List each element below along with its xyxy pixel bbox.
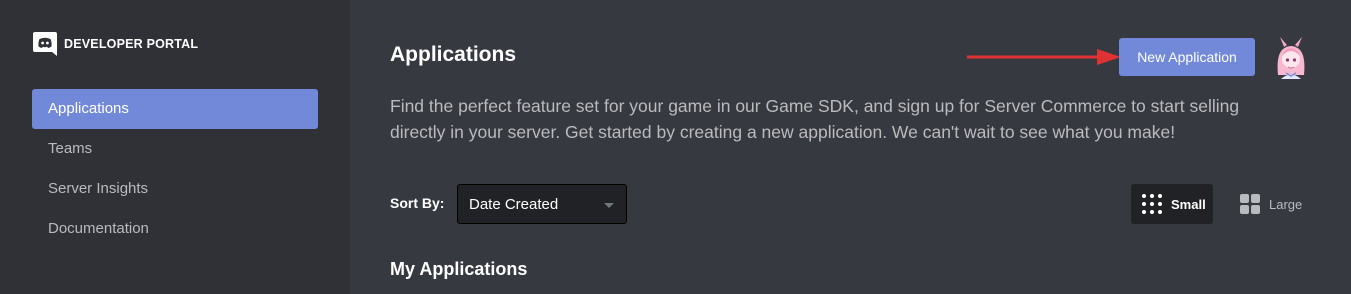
page-description: Find the perfect feature set for your ga… — [390, 96, 1240, 142]
grid-dots-icon — [1142, 194, 1162, 214]
view-small-button[interactable]: Small — [1131, 184, 1213, 224]
sidebar: DEVELOPER PORTAL Applications Teams Serv… — [0, 0, 350, 294]
view-small-label: Small — [1171, 196, 1206, 212]
sidebar-item-applications[interactable]: Applications — [32, 89, 318, 129]
brand[interactable]: DEVELOPER PORTAL — [32, 31, 198, 57]
brand-title: DEVELOPER PORTAL — [64, 37, 199, 51]
my-applications-heading: My Applications — [390, 259, 528, 279]
red-arrow-icon — [967, 49, 1121, 65]
main-content: Applications New Application Find the pe… — [350, 0, 1351, 294]
view-large-label: Large — [1269, 196, 1303, 212]
anime-avatar-icon[interactable] — [1271, 37, 1311, 79]
sidebar-nav: Applications Teams Server Insights Docum… — [32, 89, 318, 249]
sort-by-value: Date Created — [469, 196, 559, 213]
sort-by-select[interactable]: Date Created — [457, 184, 627, 224]
sidebar-item-teams[interactable]: Teams — [32, 129, 318, 169]
new-application-button[interactable]: New Application — [1119, 38, 1255, 76]
grid-large-icon — [1240, 194, 1260, 214]
page-title: Applications — [390, 43, 517, 66]
sidebar-item-server-insights[interactable]: Server Insights — [32, 169, 318, 209]
sort-by-label: Sort By: — [390, 195, 445, 211]
chevron-down-icon — [604, 203, 614, 208]
sidebar-item-documentation[interactable]: Documentation — [32, 209, 318, 249]
view-large-button[interactable]: Large — [1233, 184, 1313, 224]
discord-logo-icon — [33, 32, 57, 56]
